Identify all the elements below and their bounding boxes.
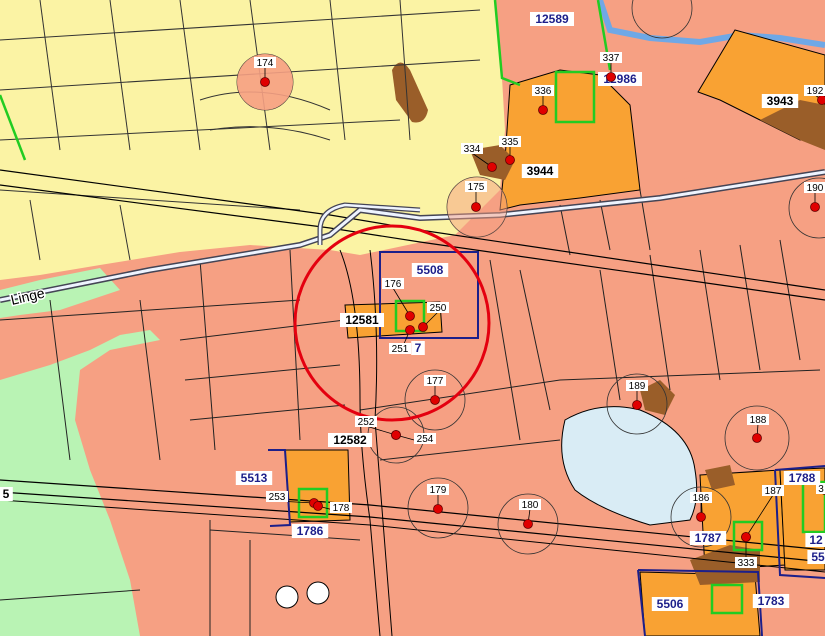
- point-marker-icon[interactable]: [632, 400, 642, 410]
- point-marker-icon[interactable]: [696, 512, 706, 522]
- point-marker-icon[interactable]: [741, 532, 751, 542]
- point-marker-icon[interactable]: [606, 72, 616, 82]
- parcel-label-7[interactable]: 7: [411, 341, 425, 355]
- point-label: 174: [257, 58, 274, 69]
- parcel-label-12[interactable]: 12: [805, 533, 825, 547]
- point-label: 177: [427, 376, 444, 387]
- zone-residential: [0, 0, 505, 280]
- point-label: 189: [629, 381, 646, 392]
- point-3[interactable]: 3: [816, 483, 825, 495]
- point-marker-icon[interactable]: [752, 433, 762, 443]
- point-marker-icon[interactable]: [430, 395, 440, 405]
- point-marker-icon[interactable]: [405, 325, 415, 335]
- parcel-label-text: 12589: [535, 12, 569, 26]
- parcel-label-3943[interactable]: 3943: [761, 94, 799, 108]
- point-marker-icon[interactable]: [523, 519, 533, 529]
- point-label: 336: [535, 86, 552, 97]
- parcel-label-5506[interactable]: 5506: [651, 597, 689, 611]
- point-label: 251: [392, 344, 409, 355]
- parcel-label-55[interactable]: 55: [807, 550, 825, 564]
- parcel-label-text: 5513: [241, 471, 268, 485]
- parcel-label-text: 7: [415, 341, 422, 355]
- point-label: 252: [358, 417, 375, 428]
- parcel-label-text: 1787: [695, 531, 722, 545]
- parcel-label-text: 5506: [657, 597, 684, 611]
- point-label: 190: [807, 183, 824, 194]
- point-label: 337: [603, 53, 620, 64]
- parcel-label-1787[interactable]: 1787: [689, 531, 727, 545]
- parcel-label-text: 55: [811, 550, 825, 564]
- point-label: 253: [269, 492, 286, 503]
- parcel-label-text: 12581: [345, 313, 379, 327]
- point-label: 192: [807, 86, 824, 97]
- point-label: 187: [765, 486, 782, 497]
- point-label: 335: [502, 137, 519, 148]
- point-label: 250: [430, 303, 447, 314]
- point-label: 186: [693, 493, 710, 504]
- parcel-label-text: 12: [809, 533, 823, 547]
- parcel-label-text: 3944: [527, 164, 554, 178]
- parcel-label-5508[interactable]: 5508: [411, 263, 449, 277]
- point-marker-icon[interactable]: [391, 430, 401, 440]
- point-marker-icon[interactable]: [505, 155, 515, 165]
- parcel-label-1786[interactable]: 1786: [291, 524, 329, 538]
- point-label: 254: [417, 434, 434, 445]
- point-marker-icon[interactable]: [538, 105, 548, 115]
- parcel-label-text: 3943: [767, 94, 794, 108]
- parcel-label-12582[interactable]: 12582: [328, 433, 372, 447]
- parcel-label-1788[interactable]: 1788: [783, 471, 821, 485]
- point-marker-icon[interactable]: [471, 202, 481, 212]
- point-label: 188: [750, 415, 767, 426]
- parcel-label-12986[interactable]: 12986: [598, 72, 642, 86]
- parcel-label-text: 1788: [789, 471, 816, 485]
- parcel-label-text: 5508: [417, 263, 444, 277]
- parcel-label-text: 1786: [297, 524, 324, 538]
- parcel-label-text: 1783: [758, 594, 785, 608]
- parcel-label-5513[interactable]: 5513: [235, 471, 273, 485]
- parcel-label-12581[interactable]: 12581: [340, 313, 384, 327]
- point-label: 175: [468, 182, 485, 193]
- map-view[interactable]: Linge 12589 12986 3943 3944 5508 12581 12582 55…: [0, 0, 825, 636]
- point-label: 179: [430, 485, 447, 496]
- point-marker-icon[interactable]: [260, 77, 270, 87]
- point-marker-icon[interactable]: [487, 162, 497, 172]
- point-marker-icon[interactable]: [433, 504, 443, 514]
- parcel-label-text: 12582: [333, 433, 367, 447]
- parcel-label-12589[interactable]: 12589: [530, 12, 574, 26]
- point-marker-icon[interactable]: [810, 202, 820, 212]
- point-label: 334: [464, 144, 481, 155]
- point-label: 3: [818, 484, 824, 495]
- parcel-label-5[interactable]: 5: [0, 487, 13, 501]
- parcel-label-3944[interactable]: 3944: [521, 164, 559, 178]
- point-label: 178: [333, 503, 350, 514]
- map-canvas[interactable]: Linge 1258912986394339445508125811258255…: [0, 0, 825, 636]
- point-label: 180: [522, 500, 539, 511]
- point-label: 176: [385, 279, 402, 290]
- point-marker-icon[interactable]: [405, 311, 415, 321]
- point-marker-icon[interactable]: [418, 322, 428, 332]
- point-label: 333: [738, 558, 755, 569]
- parcel-label-text: 5: [3, 487, 10, 501]
- point-marker-icon[interactable]: [313, 501, 323, 511]
- parcel-label-1783[interactable]: 1783: [752, 594, 790, 608]
